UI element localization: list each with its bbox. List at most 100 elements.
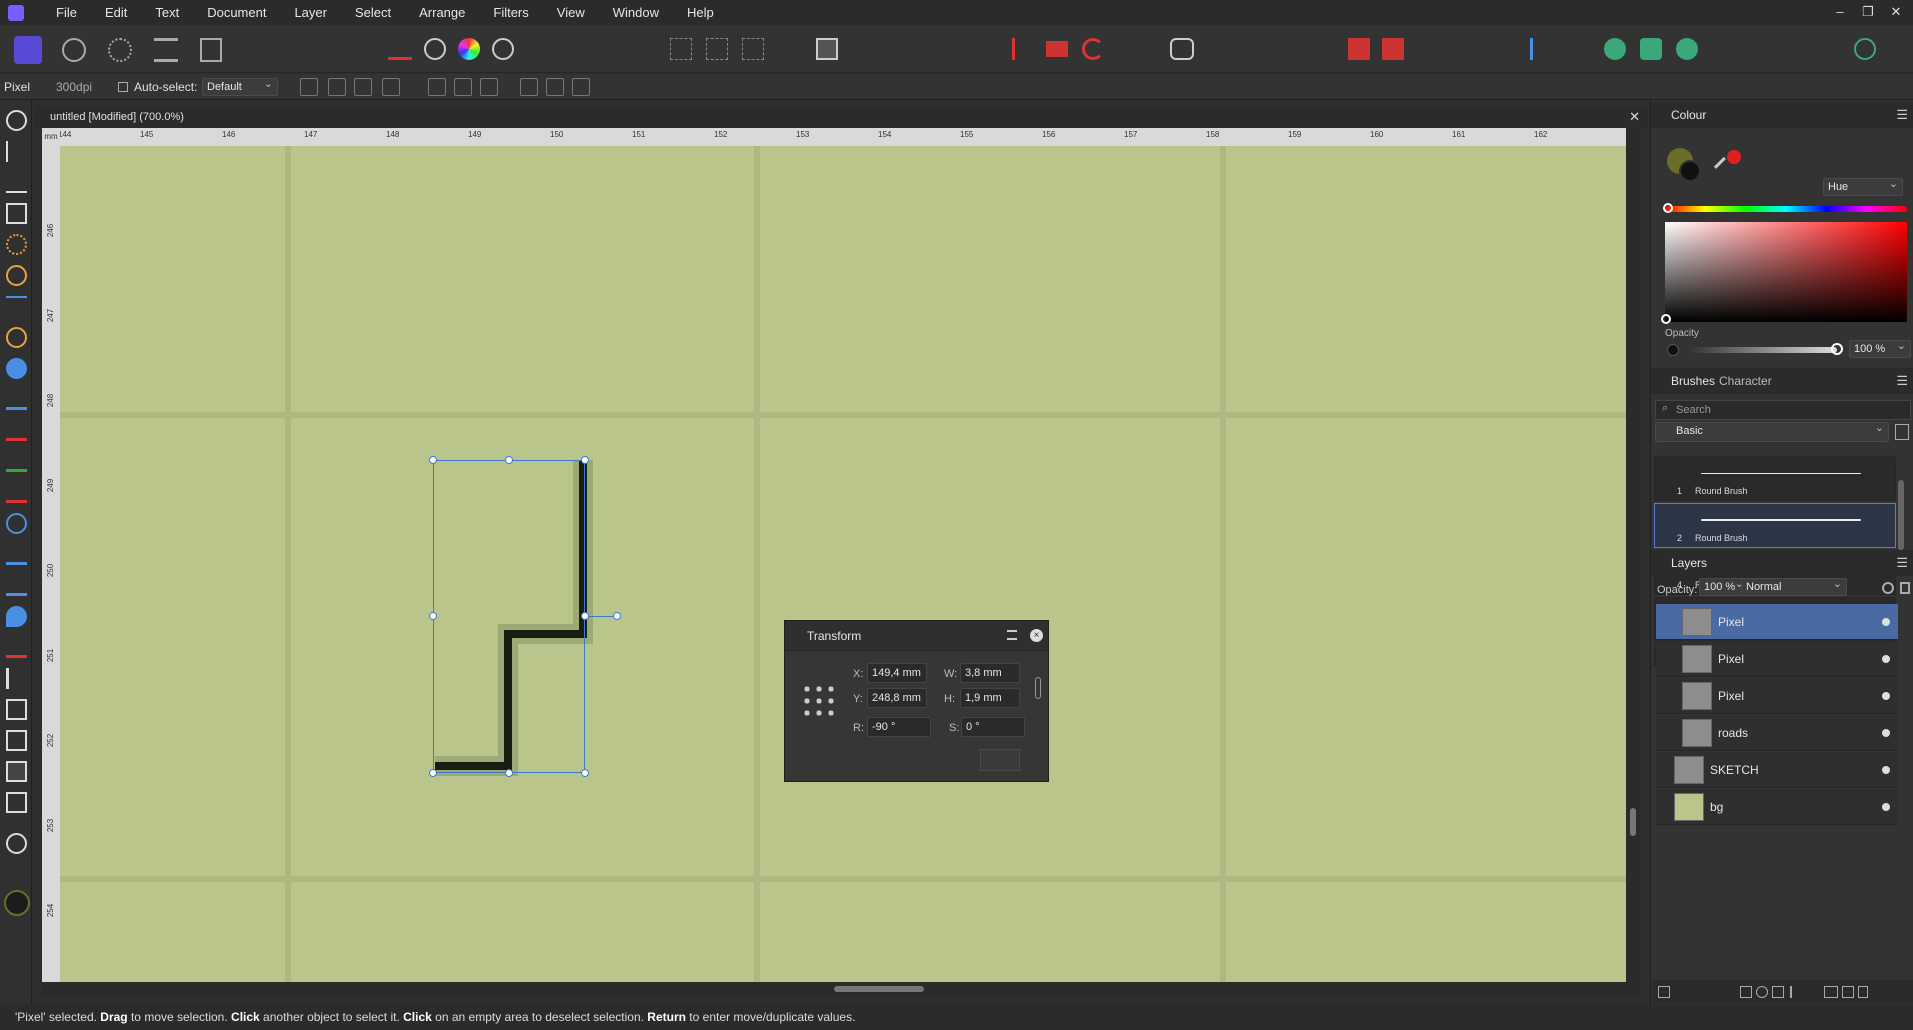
move-tool-icon[interactable] [6, 141, 27, 162]
align-middle-icon[interactable] [546, 78, 564, 96]
resize-handle[interactable] [581, 769, 589, 777]
canvas[interactable] [60, 146, 1626, 982]
primary-color-swatch[interactable] [4, 890, 30, 916]
dodge-tool-icon[interactable] [6, 513, 27, 534]
rotation-handle[interactable] [613, 612, 621, 620]
anchor-point-icon[interactable] [801, 683, 837, 719]
tone-mapping-persona-icon[interactable] [154, 38, 178, 62]
account-icon[interactable] [1854, 38, 1876, 60]
x-field[interactable]: 149,4 mm [867, 663, 927, 683]
quick-mask-icon[interactable] [816, 38, 838, 60]
resize-handle[interactable] [581, 612, 589, 620]
align-left-icon[interactable] [428, 78, 446, 96]
gradient-tool-icon[interactable] [6, 389, 27, 410]
align-top-icon[interactable] [520, 78, 538, 96]
opacity-slider-thumb[interactable] [1831, 343, 1843, 355]
mesh-warp-tool-icon[interactable] [6, 792, 27, 813]
brush-category-dropdown[interactable]: Basic [1655, 420, 1889, 442]
tab-colour[interactable]: Colour [1671, 102, 1706, 128]
text-tool-icon[interactable] [6, 761, 27, 782]
develop-persona-icon[interactable] [108, 38, 132, 62]
view-tool-icon[interactable] [6, 110, 27, 131]
menu-item-text[interactable]: Text [141, 0, 193, 25]
close-window-button[interactable]: ✕ [1882, 0, 1910, 25]
document-tab[interactable]: untitled [Modified] (700.0%) ✕ [34, 106, 1648, 128]
panel-menu-icon[interactable]: ☰ [1896, 102, 1908, 128]
inpainting-tool-icon[interactable] [6, 637, 27, 658]
horizontal-scrollbar[interactable] [42, 982, 1640, 996]
menu-item-layer[interactable]: Layer [280, 0, 341, 25]
menu-item-filters[interactable]: Filters [479, 0, 542, 25]
tab-character[interactable]: Character [1719, 368, 1772, 394]
tab-brushes[interactable]: Brushes [1671, 368, 1715, 394]
snapping-icon[interactable] [1012, 38, 1034, 60]
layer-row[interactable]: bg [1656, 789, 1898, 825]
boolean-subtract-icon[interactable] [1640, 38, 1662, 60]
history-icon[interactable] [1082, 38, 1104, 60]
horizontal-scroll-thumb[interactable] [834, 986, 924, 992]
adjustment-icon[interactable] [1756, 986, 1768, 998]
mask-layer-icon[interactable] [1740, 986, 1752, 998]
vertical-scrollbar[interactable] [1626, 128, 1640, 982]
opacity-value-field[interactable]: 100 % [1849, 338, 1911, 358]
y-field[interactable]: 248,8 mm [867, 688, 927, 708]
select-all-icon[interactable] [670, 38, 692, 60]
fx-icon[interactable] [1790, 986, 1800, 998]
grid-icon[interactable] [382, 78, 400, 96]
panel-menu-icon[interactable] [1007, 630, 1017, 640]
resize-handle[interactable] [429, 456, 437, 464]
marquee-tool-icon[interactable] [6, 296, 27, 317]
brush-item[interactable]: 2 Round Brush [1654, 503, 1896, 548]
picker-thumb[interactable] [1661, 314, 1671, 324]
align-bottom-icon[interactable] [572, 78, 590, 96]
close-panel-icon[interactable]: × [1030, 629, 1043, 642]
paint-brush-tool-icon[interactable] [6, 420, 27, 441]
close-document-icon[interactable]: ✕ [1629, 106, 1640, 128]
resize-handle[interactable] [581, 456, 589, 464]
export-persona-icon[interactable] [200, 38, 222, 62]
restore-button[interactable]: ❐ [1854, 0, 1882, 25]
layer-row[interactable]: Pixel [1656, 641, 1898, 677]
brush-item[interactable]: 1 Round Brush [1654, 456, 1896, 501]
w-field[interactable]: 3,8 mm [960, 663, 1020, 683]
menu-item-edit[interactable]: Edit [91, 0, 141, 25]
clone-tool-icon[interactable] [6, 544, 27, 565]
transform-objects-icon[interactable] [328, 78, 346, 96]
hue-slider[interactable] [1665, 206, 1907, 212]
opacity-slider[interactable] [1689, 347, 1837, 353]
add-pixel-layer-icon[interactable] [1842, 986, 1854, 998]
visibility-toggle-icon[interactable] [1882, 803, 1890, 811]
blend-mode-dropdown[interactable]: Normal [1741, 576, 1847, 596]
transform-options-dropdown[interactable] [980, 749, 1020, 771]
pixel-persona-icon[interactable] [14, 36, 42, 64]
panel-menu-icon[interactable]: ☰ [1896, 550, 1908, 576]
liquify-persona-icon[interactable] [62, 38, 86, 62]
selection-bounding-box[interactable] [433, 460, 585, 773]
layer-row[interactable]: Pixel [1656, 678, 1898, 714]
hue-slider-thumb[interactable] [1663, 203, 1673, 213]
node-tool-icon[interactable] [6, 668, 27, 689]
arrange-back-icon[interactable] [1382, 38, 1404, 60]
brush-list-view-icon[interactable] [1895, 424, 1909, 440]
live-filter-icon[interactable] [1772, 986, 1784, 998]
assistant-icon[interactable] [1170, 38, 1194, 60]
visibility-toggle-icon[interactable] [1882, 766, 1890, 774]
trash-icon[interactable] [1858, 986, 1868, 998]
color-picker-tool-icon[interactable] [6, 172, 27, 193]
lock-icon[interactable] [1900, 582, 1910, 594]
align-center-icon[interactable] [454, 78, 472, 96]
h-field[interactable]: 1,9 mm [960, 688, 1020, 708]
layer-row[interactable]: roads [1656, 715, 1898, 751]
resize-handle[interactable] [429, 612, 437, 620]
picked-color-swatch[interactable] [1727, 150, 1741, 164]
erase-tool-icon[interactable] [6, 482, 27, 503]
record-macro-icon[interactable] [1046, 41, 1068, 57]
invert-selection-icon[interactable] [742, 38, 764, 60]
resize-handle[interactable] [505, 769, 513, 777]
rotation-field[interactable]: -90 ° [867, 717, 931, 737]
stroke-color-swatch[interactable] [1679, 160, 1701, 182]
lock-aspect-icon[interactable] [1035, 677, 1041, 699]
deselect-icon[interactable] [706, 38, 728, 60]
white-balance-icon[interactable] [424, 38, 446, 60]
menu-item-file[interactable]: File [42, 0, 91, 25]
